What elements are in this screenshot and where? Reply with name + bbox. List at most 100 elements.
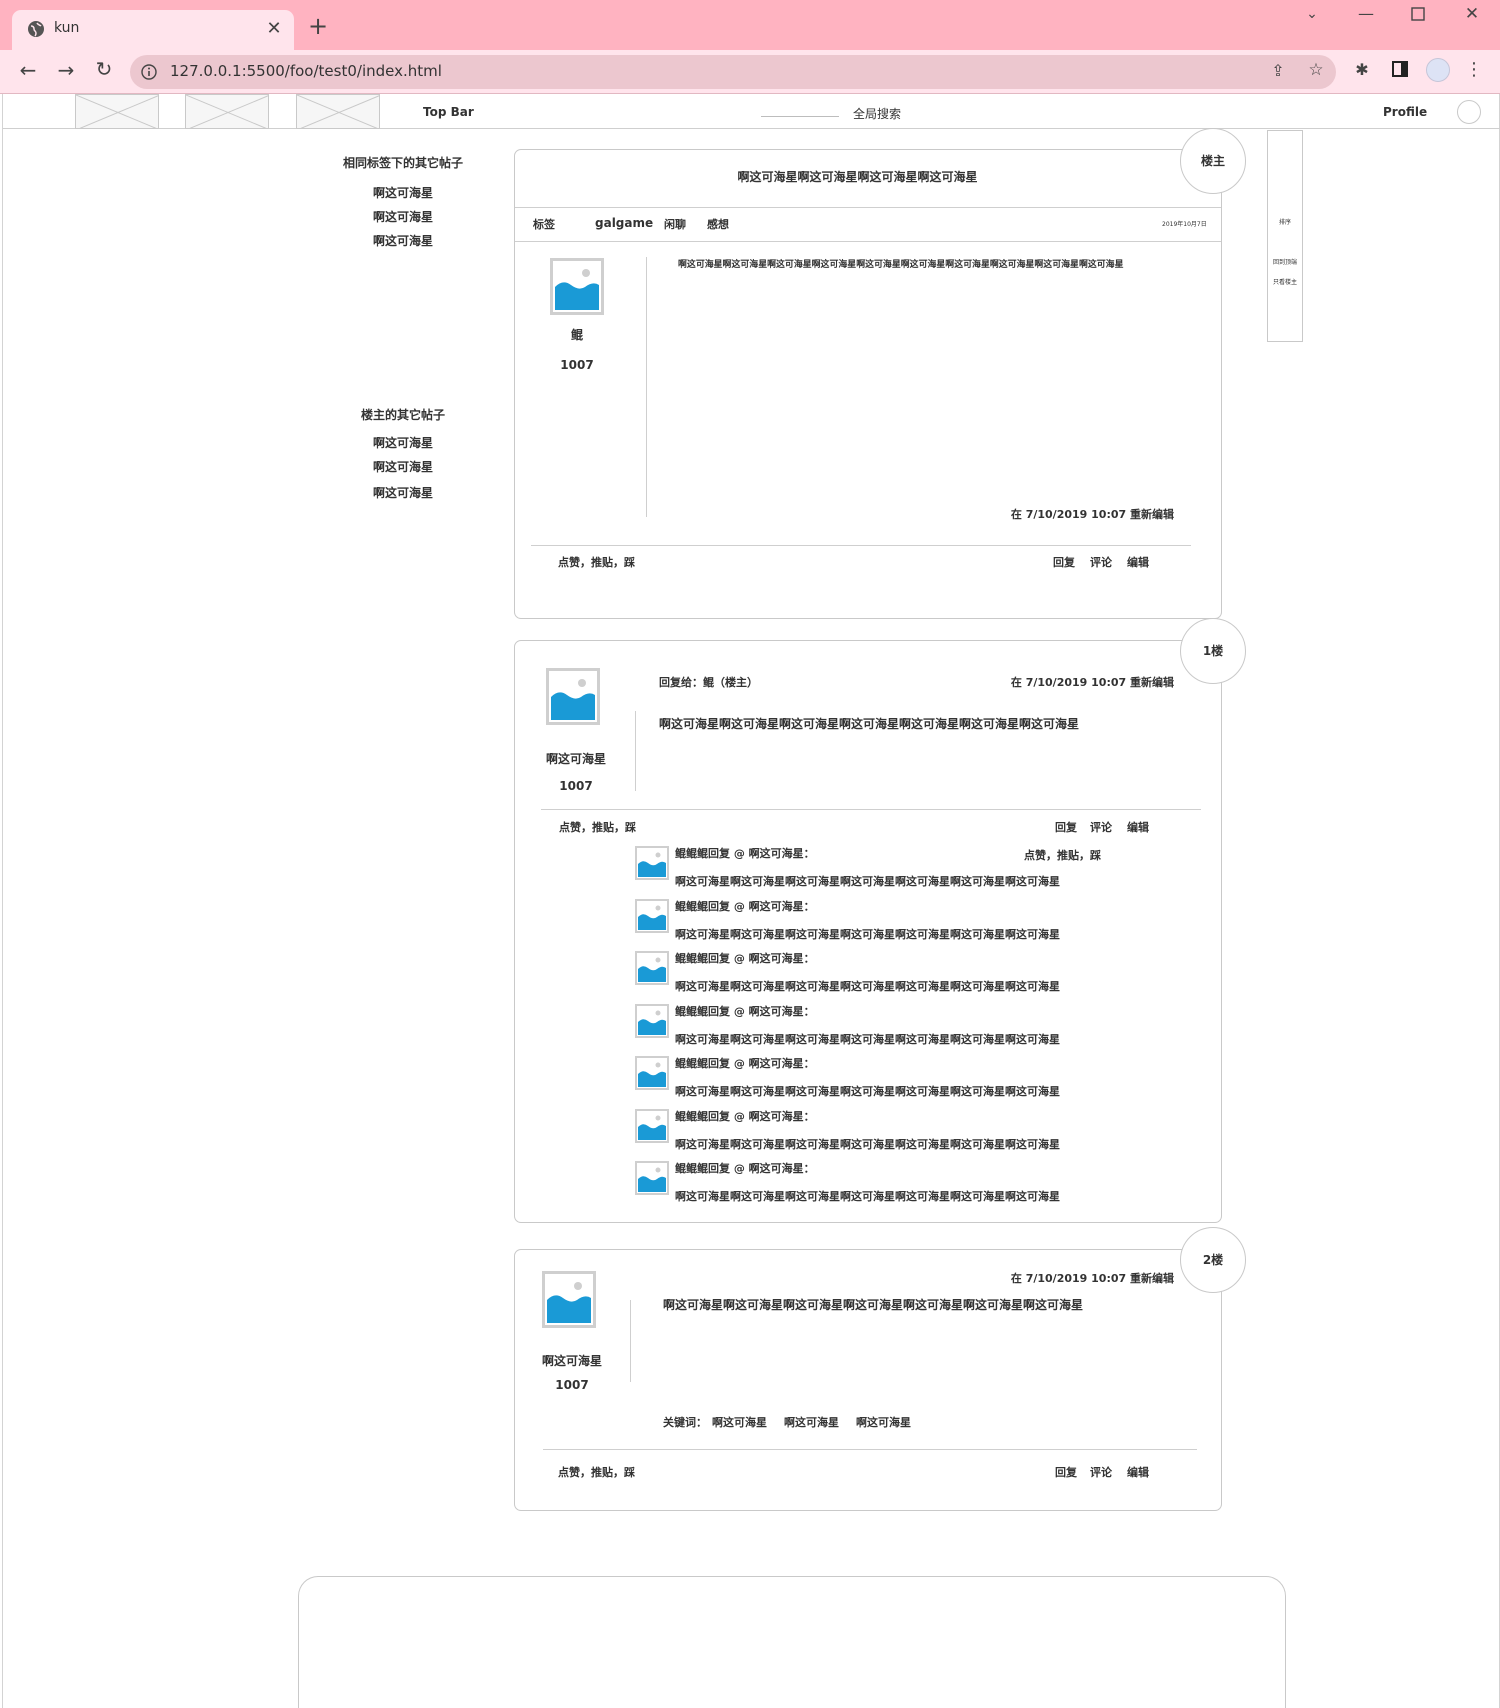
tag-link[interactable]: galgame	[595, 216, 653, 230]
post-content: 啊这可海星啊这可海星啊这可海星啊这可海星啊这可海星啊这可海星啊这可海星啊这可海星…	[678, 260, 1124, 270]
back-to-top-button[interactable]: 回到顶端	[1268, 257, 1302, 266]
only-op-button[interactable]: 只看楼主	[1268, 277, 1302, 286]
divider	[635, 711, 636, 791]
tab-title: kun	[54, 20, 80, 36]
comment-button[interactable]: 评论	[1090, 1464, 1112, 1480]
reply-button[interactable]: 回复	[1053, 554, 1075, 570]
reactions[interactable]: 点赞，推贴，踩	[558, 554, 635, 570]
tag-link[interactable]: 闲聊	[664, 216, 686, 232]
logo-placeholder-1[interactable]	[75, 94, 159, 129]
floor-badge-op: 楼主	[1180, 128, 1246, 194]
comment-list: 鲲鲲鲲回复 @ 啊这可海星： 啊这可海星啊这可海星啊这可海星啊这可海星啊这可海星啊…	[635, 845, 1115, 1215]
sort-button[interactable]: 排序	[1268, 217, 1302, 226]
bookmark-star-icon[interactable]: ☆	[1306, 60, 1326, 80]
minimize-icon[interactable]: —	[1356, 4, 1376, 24]
reply-editor-box[interactable]	[298, 1576, 1286, 1708]
sidebar-link[interactable]: 啊这可海星	[323, 208, 483, 225]
edit-note: 在 7/10/2019 10:07 重新编辑	[1010, 1272, 1174, 1285]
keyword-link[interactable]: 啊这可海星	[784, 1414, 839, 1430]
menu-kebab-icon[interactable]: ⋮	[1464, 59, 1484, 81]
comment-header[interactable]: 鲲鲲鲲回复 @ 啊这可海星：	[675, 845, 815, 861]
logo-placeholder-3[interactable]	[296, 94, 380, 129]
divider	[531, 545, 1191, 546]
author-avatar[interactable]	[550, 258, 604, 315]
comment-avatar[interactable]	[635, 1161, 669, 1195]
reload-icon[interactable]: ↻	[92, 57, 116, 81]
reactions[interactable]: 点赞，推贴，踩	[559, 819, 636, 835]
comment-avatar[interactable]	[635, 846, 669, 880]
reply-button[interactable]: 回复	[1055, 1464, 1077, 1480]
divider	[541, 809, 1201, 810]
divider	[630, 1300, 631, 1382]
comment-header[interactable]: 鲲鲲鲲回复 @ 啊这可海星：	[675, 1108, 815, 1124]
comment-header[interactable]: 鲲鲲鲲回复 @ 啊这可海星：	[675, 1055, 815, 1071]
globe-icon	[26, 19, 46, 39]
sidebar-link[interactable]: 啊这可海星	[323, 458, 483, 475]
author-avatar[interactable]	[542, 1271, 596, 1328]
new-tab-icon[interactable]: +	[306, 14, 330, 38]
browser-tab[interactable]: kun ✕	[12, 10, 294, 50]
post-card-floor-1: 啊这可海星 1007 回复给：鲲（楼主） 在 7/10/2019 10:07 重…	[514, 640, 1222, 1223]
extensions-icon[interactable]: ✱	[1352, 60, 1372, 80]
author-avatar[interactable]	[546, 668, 600, 725]
post-content: 啊这可海星啊这可海星啊这可海星啊这可海星啊这可海星啊这可海星啊这可海星	[663, 1298, 1084, 1312]
share-icon[interactable]: ⇪	[1268, 61, 1288, 81]
search-label[interactable]: 全局搜索	[853, 105, 901, 122]
tag-link[interactable]: 感想	[707, 216, 729, 232]
comment-avatar[interactable]	[635, 898, 669, 933]
comment-avatar[interactable]	[635, 1108, 669, 1143]
comment-header[interactable]: 鲲鲲鲲回复 @ 啊这可海星：	[675, 1160, 815, 1176]
top-bar: Top Bar 全局搜索 Profile	[3, 94, 1500, 129]
comment-text: 啊这可海星啊这可海星啊这可海星啊这可海星啊这可海星啊这可海星啊这可海星	[675, 980, 1060, 993]
forward-icon[interactable]: →	[54, 58, 78, 82]
page-body: Top Bar 全局搜索 Profile 相同标签下的其它帖子 啊这可海星 啊这…	[2, 94, 1500, 1708]
close-window-icon[interactable]: ✕	[1462, 4, 1482, 24]
comment-avatar[interactable]	[635, 951, 669, 985]
keyword-link[interactable]: 啊这可海星	[856, 1414, 911, 1430]
close-tab-icon[interactable]: ✕	[264, 18, 284, 40]
back-icon[interactable]: ←	[16, 58, 40, 82]
author-name[interactable]: 鲲	[515, 326, 639, 343]
address-bar[interactable]: 127.0.0.1:5500/foo/test0/index.html ⇪ ☆	[130, 55, 1336, 89]
profile-avatar[interactable]	[1457, 100, 1481, 124]
keywords-label: 关键词：	[663, 1416, 707, 1429]
comment-text: 啊这可海星啊这可海星啊这可海星啊这可海星啊这可海星啊这可海星啊这可海星	[675, 927, 1060, 941]
keyword-link[interactable]: 啊这可海星	[712, 1414, 767, 1430]
comment-header[interactable]: 鲲鲲鲲回复 @ 啊这可海星：	[675, 950, 815, 966]
maximize-icon[interactable]	[1408, 6, 1428, 26]
post-date: 2019年10月7日	[1162, 221, 1207, 228]
right-tool-panel: 排序 回到顶端 只看楼主	[1267, 130, 1303, 342]
edit-note: 在 7/10/2019 10:07 重新编辑	[1010, 676, 1174, 689]
edit-button[interactable]: 编辑	[1127, 819, 1149, 835]
side-panel-icon[interactable]	[1390, 61, 1410, 81]
reactions[interactable]: 点赞，推贴，踩	[558, 1464, 635, 1480]
divider	[646, 257, 647, 517]
reply-button[interactable]: 回复	[1055, 819, 1077, 835]
profile-label[interactable]: Profile	[1383, 105, 1427, 119]
sidebar-link[interactable]: 啊这可海星	[323, 232, 483, 249]
tab-list-chevron-icon[interactable]: ⌄	[1302, 6, 1322, 26]
url-text[interactable]: 127.0.0.1:5500/foo/test0/index.html	[170, 62, 442, 80]
sidebar-link[interactable]: 啊这可海星	[323, 434, 483, 451]
comment-header[interactable]: 鲲鲲鲲回复 @ 啊这可海星：	[675, 898, 815, 914]
edit-button[interactable]: 编辑	[1127, 554, 1149, 570]
sidebar-link[interactable]: 啊这可海星	[323, 184, 483, 201]
profile-avatar-icon[interactable]	[1426, 58, 1450, 82]
comment-button[interactable]: 评论	[1090, 554, 1112, 570]
tags-label: 标签	[533, 218, 555, 231]
author-name[interactable]: 啊这可海星	[515, 750, 637, 767]
sidebar-link[interactable]: 啊这可海星	[323, 484, 483, 501]
reply-to[interactable]: 回复给：鲲（楼主）	[659, 674, 758, 690]
comment-header[interactable]: 鲲鲲鲲回复 @ 啊这可海星：	[675, 1003, 815, 1019]
post-content: 啊这可海星啊这可海星啊这可海星啊这可海星啊这可海星啊这可海星啊这可海星	[659, 717, 1080, 731]
author-name[interactable]: 啊这可海星	[515, 1352, 629, 1369]
comment-avatar[interactable]	[635, 1003, 669, 1038]
search-input[interactable]	[761, 116, 839, 117]
comment-text: 啊这可海星啊这可海星啊这可海星啊这可海星啊这可海星啊这可海星啊这可海星	[675, 875, 1060, 888]
comment-button[interactable]: 评论	[1090, 819, 1112, 835]
edit-button[interactable]: 编辑	[1127, 1464, 1149, 1480]
site-info-icon[interactable]	[140, 63, 158, 81]
comment-avatar[interactable]	[635, 1056, 669, 1090]
top-bar-label: Top Bar	[423, 105, 474, 119]
logo-placeholder-2[interactable]	[185, 94, 269, 129]
